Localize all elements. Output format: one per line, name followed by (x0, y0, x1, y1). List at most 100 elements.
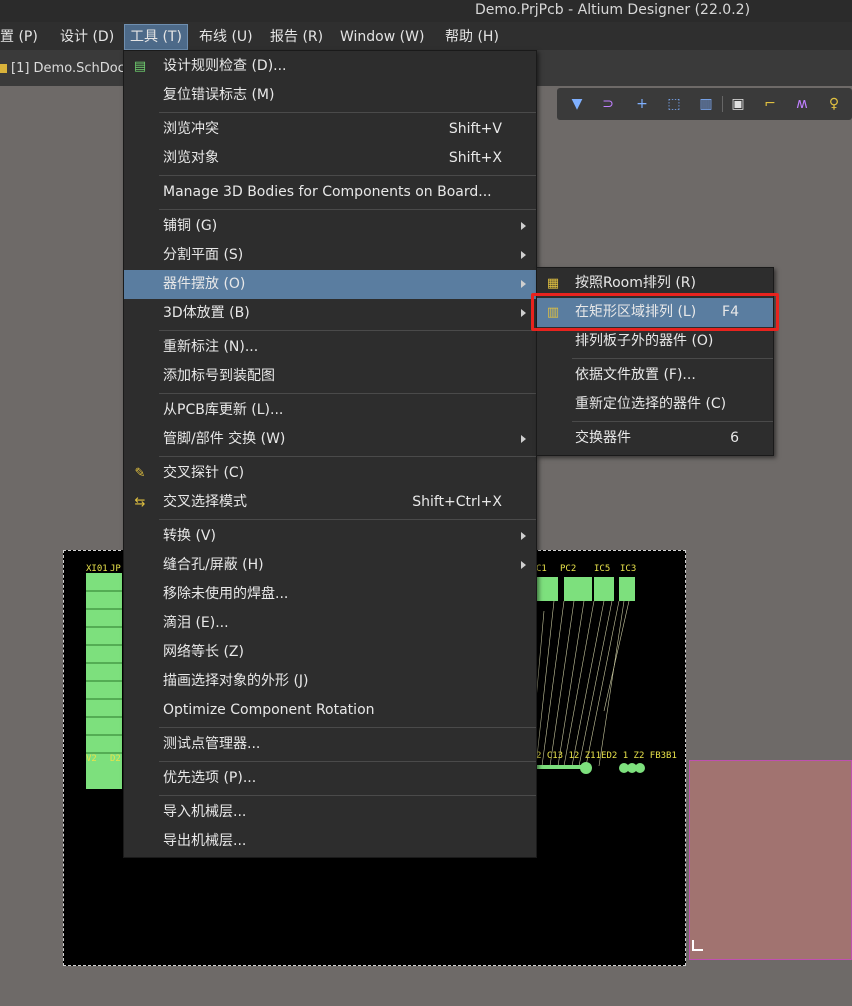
room-arrange-icon: ▦ (546, 276, 560, 291)
menu-design[interactable]: 设计 (D) (60, 27, 114, 47)
menu-item-place-from-file[interactable]: 依据文件放置 (F)... (537, 361, 773, 390)
drc-icon: ▤ (133, 59, 147, 74)
menu-item-cross-select-mode[interactable]: ⇆ 交叉选择模式 Shift+Ctrl+X (124, 488, 536, 517)
menu-item-drc[interactable]: ▤ 设计规则检查 (D)... (124, 52, 536, 81)
menu-item-export-mech-layers[interactable]: 导出机械层... (124, 827, 536, 856)
menu-item-split-planes[interactable]: 分割平面 (S) (124, 241, 536, 270)
menu-item-shortcut: 6 (730, 430, 739, 446)
menu-separator (572, 358, 773, 359)
menu-item-import-mech-layers[interactable]: 导入机械层... (124, 798, 536, 827)
menu-item-label: 交叉选择模式 (163, 494, 247, 510)
submenu-arrow-icon (521, 532, 526, 540)
menu-item-reset-errors[interactable]: 复位错误标志 (M) (124, 81, 536, 110)
menu-item-label: 浏览对象 (163, 150, 219, 166)
route-icon[interactable]: ⌐ (760, 94, 780, 114)
menu-item-pin-part-swap[interactable]: 管脚/部件 交换 (W) (124, 425, 536, 454)
menu-item-label: 缝合孔/屏蔽 (H) (163, 557, 264, 573)
menu-item-shortcut: Shift+V (448, 121, 502, 137)
filter-icon[interactable]: ▼ (567, 94, 587, 114)
window-title: Demo.PrjPcb - Altium Designer (22.0.2) (475, 2, 751, 18)
interactive-route-icon[interactable]: ⊃ (598, 94, 618, 114)
menu-item-optimize-rotation[interactable]: Optimize Component Rotation (124, 696, 536, 725)
menu-window[interactable]: Window (W) (340, 27, 424, 47)
menu-item-label: 转换 (V) (163, 528, 216, 544)
menu-item-browse-violations[interactable]: 浏览冲突 Shift+V (124, 115, 536, 144)
align-icon[interactable]: ▥ (696, 94, 716, 114)
menu-item-re-annotate[interactable]: 重新标注 (N)... (124, 333, 536, 362)
menu-separator (159, 456, 536, 457)
menu-item-label: 铺铜 (G) (163, 218, 218, 234)
menu-reports[interactable]: 报告 (R) (270, 27, 323, 47)
toolbar-separator (722, 96, 723, 112)
component-icon[interactable]: ▣ (728, 94, 748, 114)
menu-item-label: 描画选择对象的外形 (J) (163, 673, 309, 689)
menu-item-teardrops[interactable]: 滴泪 (E)... (124, 609, 536, 638)
menu-route[interactable]: 布线 (U) (199, 27, 253, 47)
submenu-arrow-icon (521, 280, 526, 288)
menu-place[interactable]: 放置 (P) (0, 27, 38, 47)
menu-item-label: 3D体放置 (B) (163, 305, 250, 321)
menu-item-remove-unused-pads[interactable]: 移除未使用的焊盘... (124, 580, 536, 609)
pcb-label: JP (110, 564, 121, 574)
length-tune-icon[interactable]: ʍ (792, 94, 812, 114)
menu-separator (159, 393, 536, 394)
submenu-arrow-icon (521, 251, 526, 259)
menu-item-label: 依据文件放置 (F)... (575, 367, 696, 383)
menu-item-convert[interactable]: 转换 (V) (124, 522, 536, 551)
menu-item-via-stitching[interactable]: 缝合孔/屏蔽 (H) (124, 551, 536, 580)
menu-item-label: Manage 3D Bodies for Components on Board… (163, 184, 492, 200)
pcb-label: 2 C13 12 Z11ED2 1 Z2 FB3B1 (536, 751, 677, 761)
menu-item-swap-components[interactable]: 交换器件 6 (537, 424, 773, 453)
menu-item-update-from-pcb-lib[interactable]: 从PCB库更新 (L)... (124, 396, 536, 425)
menu-separator (159, 209, 536, 210)
menu-item-browse-objects[interactable]: 浏览对象 Shift+X (124, 144, 536, 173)
menu-separator (159, 112, 536, 113)
menu-separator (159, 727, 536, 728)
menu-bar: 放置 (P) 设计 (D) 工具 (T) 布线 (U) 报告 (R) Windo… (0, 22, 852, 51)
submenu-arrow-icon (521, 561, 526, 569)
menu-separator (159, 519, 536, 520)
menu-item-label: 设计规则检查 (D)... (163, 58, 287, 74)
keepout-icon[interactable]: ♀ (824, 94, 844, 114)
menu-item-label: 排列板子外的器件 (O) (575, 333, 714, 349)
menu-separator (159, 175, 536, 176)
tab-demo-schdoc[interactable]: [1] Demo.SchDoc (0, 61, 125, 76)
menu-item-3d-body-placement[interactable]: 3D体放置 (B) (124, 299, 536, 328)
menu-item-component-placement[interactable]: 器件摆放 (O) (124, 270, 536, 299)
menu-item-label: 交换器件 (575, 430, 631, 446)
menu-item-preferences[interactable]: 优先选项 (P)... (124, 764, 536, 793)
submenu-arrow-icon (521, 309, 526, 317)
menu-separator (572, 421, 773, 422)
menu-item-cross-probe[interactable]: ✎ 交叉探针 (C) (124, 459, 536, 488)
menu-item-polygon-pours[interactable]: 铺铜 (G) (124, 212, 536, 241)
corner-marker-icon (692, 940, 703, 951)
menu-item-label: 导入机械层... (163, 804, 247, 820)
menu-item-shortcut: Shift+Ctrl+X (412, 494, 502, 510)
menu-item-manage-3d-bodies[interactable]: Manage 3D Bodies for Components on Board… (124, 178, 536, 207)
cross-probe-icon: ✎ (134, 466, 146, 481)
menu-item-outline-selected[interactable]: 描画选择对象的外形 (J) (124, 667, 536, 696)
menu-item-label: 滴泪 (E)... (163, 615, 229, 631)
menu-item-label: 优先选项 (P)... (163, 770, 257, 786)
menu-item-label: Optimize Component Rotation (163, 702, 375, 718)
menu-separator (159, 330, 536, 331)
pcb-label: XI01 (86, 564, 108, 574)
menu-help[interactable]: 帮助 (H) (445, 27, 499, 47)
menu-item-label: 交叉探针 (C) (163, 465, 245, 481)
menu-tools[interactable]: 工具 (T) (124, 24, 188, 50)
menu-separator (159, 761, 536, 762)
crosshair-icon[interactable]: + (632, 94, 652, 114)
select-rect-icon[interactable]: ⬚ (664, 94, 684, 114)
active-bar-toolbar: ▼ ⊃ + ⬚ ▥ ▣ ⌐ ʍ ♀ (557, 88, 852, 120)
menu-item-label: 重新定位选择的器件 (C) (575, 396, 727, 412)
room-region[interactable] (689, 760, 852, 960)
menu-item-reposition-selected[interactable]: 重新定位选择的器件 (C) (537, 390, 773, 419)
schematic-doc-icon (0, 64, 7, 73)
title-bar: Demo.PrjPcb - Altium Designer (22.0.2) (0, 0, 852, 22)
menu-item-testpoint-manager[interactable]: 测试点管理器... (124, 730, 536, 759)
menu-item-add-designators[interactable]: 添加标号到装配图 (124, 362, 536, 391)
pcb-label: IC5 (594, 564, 611, 574)
menu-item-equalize-net-lengths[interactable]: 网络等长 (Z) (124, 638, 536, 667)
menu-item-arrange-outside-board[interactable]: 排列板子外的器件 (O) (537, 327, 773, 356)
pcb-label: PC2 (560, 564, 577, 574)
